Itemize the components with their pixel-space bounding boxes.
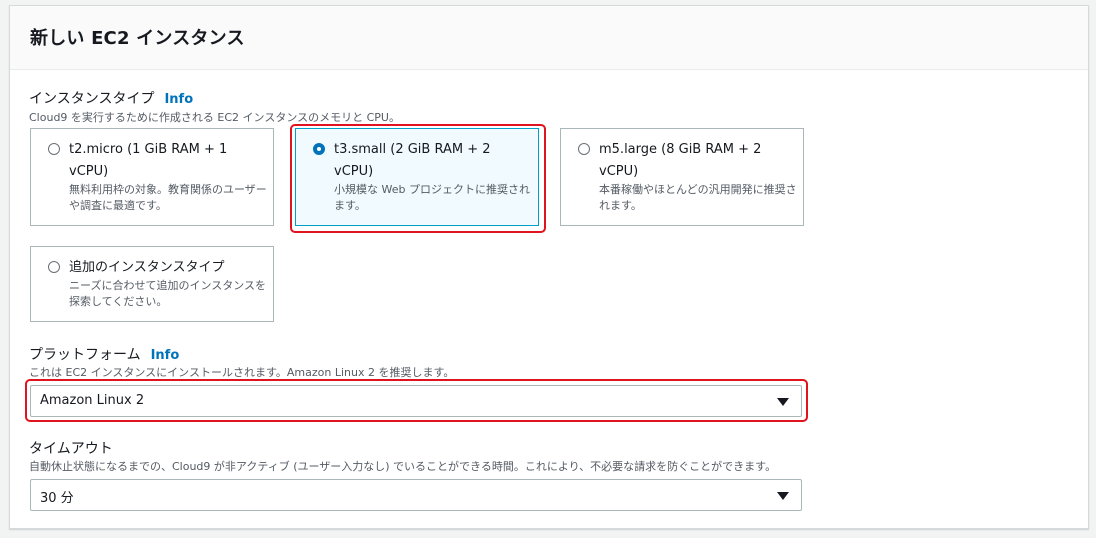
timeout-select-value: 30 分: [40, 491, 74, 506]
panel-title: 新しい EC2 インスタンス: [30, 28, 245, 49]
caret-down-icon: [777, 492, 789, 500]
instance-option-t2-micro[interactable]: t2.micro (1 GiB RAM + 1 vCPU) 無料利用枠の対象。教…: [30, 128, 274, 226]
instance-type-description: Cloud9 を実行するために作成される EC2 インスタンスのメモリと CPU…: [29, 111, 400, 124]
option-description: 無料利用枠の対象。教育関係のユーザーや調査に最適です。: [69, 183, 267, 212]
timeout-select[interactable]: 30 分: [30, 479, 802, 511]
radio-t2-micro[interactable]: [48, 143, 60, 155]
platform-label-text: プラットフォーム: [29, 347, 141, 363]
timeout-description: 自動休止状態になるまでの、Cloud9 が非アクティブ (ユーザー入力なし) で…: [29, 460, 777, 473]
platform-label: プラットフォーム Info: [29, 344, 179, 364]
platform-description: これは EC2 インスタンスにインストールされます。Amazon Linux 2…: [29, 366, 455, 379]
radio-additional[interactable]: [48, 261, 60, 273]
instance-type-label-text: インスタンスタイプ: [29, 91, 155, 107]
option-title: m5.large (8 GiB RAM + 2 vCPU): [599, 142, 762, 179]
panel-header: 新しい EC2 インスタンス: [10, 6, 1088, 70]
option-description: ニーズに合わせて追加のインスタンスを探索してください。: [69, 279, 267, 308]
platform-info-link[interactable]: Info: [151, 348, 180, 363]
radio-m5-large[interactable]: [578, 143, 590, 155]
timeout-label: タイムアウト: [29, 441, 113, 457]
instance-option-m5-large[interactable]: m5.large (8 GiB RAM + 2 vCPU) 本番稼働やほとんどの…: [560, 128, 804, 226]
option-description: 本番稼働やほとんどの汎用開発に推奨されます。: [599, 183, 797, 212]
instance-option-additional[interactable]: 追加のインスタンスタイプ ニーズに合わせて追加のインスタンスを探索してください。: [30, 246, 274, 322]
option-title: t2.micro (1 GiB RAM + 1 vCPU): [69, 142, 228, 179]
instance-type-label: インスタンスタイプ Info: [29, 88, 193, 108]
highlight-box-instance: [290, 124, 546, 233]
instance-type-info-link[interactable]: Info: [164, 92, 193, 107]
option-title: 追加のインスタンスタイプ: [69, 260, 225, 275]
highlight-box-platform: [25, 379, 808, 422]
